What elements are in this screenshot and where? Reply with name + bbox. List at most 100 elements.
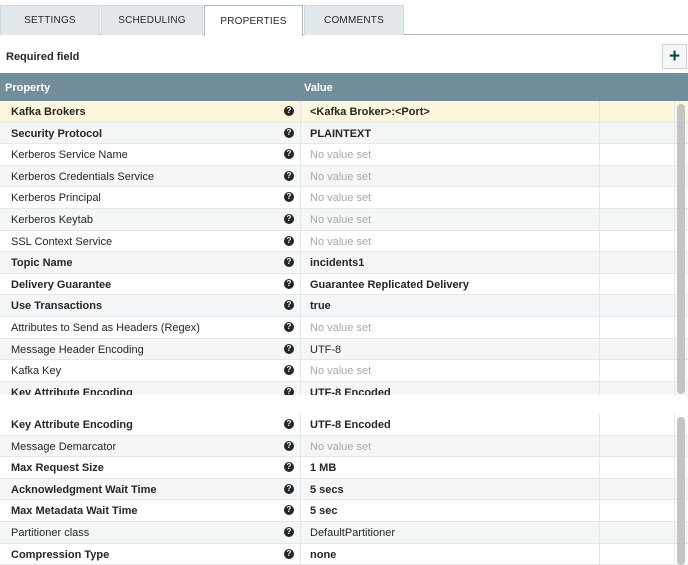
help-icon[interactable]: ? [284, 462, 294, 473]
property-value[interactable]: true [310, 300, 331, 312]
property-value[interactable]: No value set [310, 441, 371, 453]
property-row[interactable]: Delivery Guarantee? Guarantee Replicated … [0, 273, 688, 296]
column-divider [300, 165, 301, 187]
property-name: Topic Name [11, 257, 73, 270]
help-icon[interactable]: ? [284, 278, 294, 289]
property-row[interactable]: Kerberos Service Name? No value set [0, 144, 688, 166]
property-value[interactable]: UTF-8 [310, 344, 341, 356]
help-icon[interactable]: ? [284, 526, 294, 537]
property-name: Security Protocol [11, 127, 103, 140]
property-row[interactable]: SSL Context Service? No value set [0, 230, 688, 253]
property-value[interactable]: UTF-8 Encoded [310, 419, 391, 431]
help-icon[interactable]: ? [284, 343, 294, 354]
column-divider [300, 273, 301, 295]
column-divider [300, 122, 301, 144]
property-row[interactable]: Kafka Key? No value set [0, 360, 688, 382]
property-value[interactable]: none [310, 549, 336, 561]
help-icon[interactable]: ? [284, 548, 294, 559]
column-divider [599, 435, 600, 457]
vertical-scrollbar[interactable] [677, 104, 685, 394]
column-divider [599, 122, 600, 144]
help-icon[interactable]: ? [284, 149, 294, 160]
property-name: Delivery Guarantee [11, 278, 112, 291]
property-row[interactable]: Message Header Encoding? UTF-8 [0, 338, 688, 361]
help-icon[interactable]: ? [284, 419, 294, 429]
tab-settings[interactable]: SETTINGS [0, 5, 100, 35]
help-icon[interactable]: ? [284, 235, 294, 246]
help-icon[interactable]: ? [284, 321, 294, 332]
column-header-property[interactable]: Property [5, 82, 50, 94]
tab-scheduling[interactable]: SCHEDULING [101, 5, 203, 35]
property-row[interactable]: Security Protocol? PLAINTEXT [0, 122, 688, 145]
property-value[interactable]: <Kafka Broker>:<Port> [310, 106, 430, 118]
property-value[interactable]: No value set [310, 365, 371, 377]
property-row[interactable]: Topic Name? incidents1 [0, 252, 688, 274]
property-value[interactable]: PLAINTEXT [310, 128, 371, 140]
help-icon[interactable]: ? [284, 127, 294, 138]
help-icon[interactable]: ? [284, 440, 294, 451]
property-row[interactable]: Acknowledgment Wait Time? 5 secs [0, 478, 688, 501]
help-icon[interactable]: ? [284, 505, 294, 516]
property-value[interactable]: 1 MB [310, 462, 336, 474]
help-icon[interactable]: ? [284, 365, 294, 376]
add-property-button[interactable]: + [662, 44, 687, 69]
property-value[interactable]: DefaultPartitioner [310, 527, 395, 539]
property-value[interactable]: incidents1 [310, 257, 364, 269]
property-value[interactable]: 5 sec [310, 505, 338, 517]
property-name: Compression Type [11, 548, 110, 561]
property-name: Kerberos Service Name [11, 149, 128, 162]
property-row[interactable]: Max Request Size? 1 MB [0, 457, 688, 479]
property-row[interactable]: Key Attribute Encoding? UTF-8 Encoded [0, 381, 688, 395]
column-divider [300, 500, 301, 521]
column-header-value[interactable]: Value [304, 82, 333, 94]
property-row[interactable]: Attributes to Send as Headers (Regex)? No… [0, 316, 688, 339]
column-divider [300, 252, 301, 273]
property-row[interactable]: Key Attribute Encoding? UTF-8 Encoded [0, 414, 688, 436]
property-row[interactable]: Kerberos Keytab? No value set [0, 208, 688, 231]
help-icon[interactable]: ? [284, 192, 294, 203]
property-row[interactable]: Compression Type? none [0, 543, 688, 565]
property-value[interactable]: No value set [310, 322, 371, 334]
pane-divider [0, 395, 688, 414]
property-name: Message Demarcator [11, 440, 117, 453]
property-row[interactable]: Message Demarcator? No value set [0, 435, 688, 458]
column-divider [599, 187, 600, 208]
property-row[interactable]: Kerberos Credentials Service? No value se… [0, 165, 688, 188]
help-icon[interactable]: ? [284, 213, 294, 224]
property-value[interactable]: Guarantee Replicated Delivery [310, 279, 469, 291]
column-divider [300, 230, 301, 252]
property-value[interactable]: No value set [310, 149, 371, 161]
property-value[interactable]: 5 secs [310, 484, 344, 496]
column-divider [674, 101, 675, 122]
property-value[interactable]: UTF-8 Encoded [310, 387, 391, 395]
column-divider [599, 101, 600, 122]
help-icon[interactable]: ? [284, 483, 294, 494]
property-value[interactable]: No value set [310, 214, 371, 226]
column-divider [674, 435, 675, 457]
help-icon[interactable]: ? [284, 106, 294, 116]
property-value[interactable]: No value set [310, 236, 371, 248]
column-divider [674, 543, 675, 565]
property-value[interactable]: No value set [310, 192, 371, 204]
help-icon[interactable]: ? [284, 300, 294, 311]
property-name: Kafka Key [11, 365, 62, 378]
property-row[interactable]: Max Metadata Wait Time? 5 sec [0, 500, 688, 522]
column-divider [674, 457, 675, 478]
help-icon[interactable]: ? [284, 386, 294, 395]
property-row[interactable]: Kafka Brokers? <Kafka Broker>:<Port> [0, 101, 688, 123]
column-divider [599, 521, 600, 543]
column-divider [674, 295, 675, 316]
help-icon[interactable]: ? [284, 257, 294, 268]
tab-properties[interactable]: PROPERTIES [204, 5, 303, 36]
column-divider [674, 338, 675, 360]
property-row[interactable]: Partitioner class? DefaultPartitioner [0, 521, 688, 544]
column-divider [300, 521, 301, 543]
column-divider [300, 435, 301, 457]
column-divider [599, 295, 600, 316]
property-value[interactable]: No value set [310, 171, 371, 183]
vertical-scrollbar[interactable] [677, 417, 685, 565]
tab-comments[interactable]: COMMENTS [304, 5, 404, 35]
property-row[interactable]: Use Transactions? true [0, 295, 688, 317]
property-row[interactable]: Kerberos Principal? No value set [0, 187, 688, 209]
help-icon[interactable]: ? [284, 170, 294, 181]
